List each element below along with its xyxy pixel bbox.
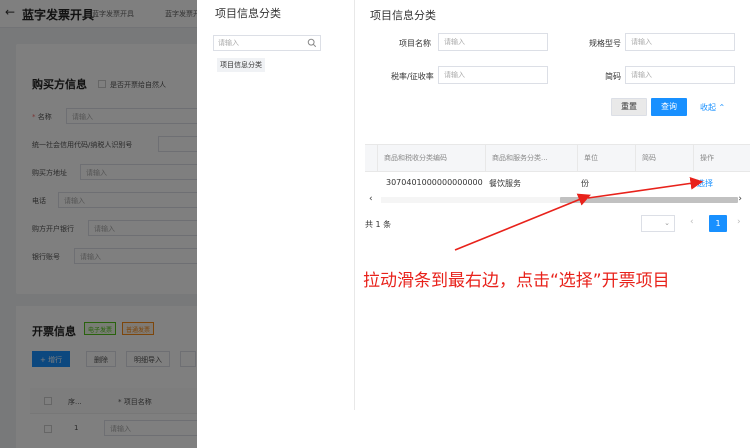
scroll-left-icon[interactable]: ‹ (369, 194, 373, 204)
query-button[interactable]: 查询 (651, 98, 687, 116)
cell-service-category: 餐饮服务 (489, 179, 521, 188)
filter-short-code-input[interactable] (625, 66, 735, 84)
filter-spec-input[interactable] (625, 33, 735, 51)
item-table-header: 商品和税收分类编码 商品和服务分类... 单位 简码 操作 (365, 144, 750, 172)
col-short-code: 简码 (635, 145, 693, 171)
collapse-link[interactable]: 收起 ⌃ (700, 102, 725, 113)
chevron-down-icon: ⌄ (664, 219, 670, 227)
table-horizontal-scrollbar[interactable]: ‹ › (365, 194, 750, 205)
current-page[interactable]: 1 (709, 215, 727, 232)
item-category-drawer: 项目信息分类 项目信息分类 项目信息分类 项目名称 规格型号 税率/征收率 简码… (197, 0, 750, 448)
page-size-select[interactable]: ⌄ (641, 215, 675, 232)
tree-panel-title: 项目信息分类 (215, 7, 281, 20)
filter-item-name-input[interactable] (438, 33, 548, 51)
search-icon[interactable] (307, 38, 317, 48)
cell-unit: 份 (581, 179, 589, 188)
col-unit: 单位 (577, 145, 635, 171)
col-tax-code: 商品和税收分类编码 (377, 145, 485, 171)
col-action: 操作 (693, 145, 750, 171)
scrollbar-thumb[interactable] (560, 197, 738, 203)
table-row: 3070401000000000000 餐饮服务 份 选择 (365, 172, 750, 196)
category-tree-panel: 项目信息分类 项目信息分类 (197, 0, 355, 410)
next-page-icon[interactable]: › (737, 217, 741, 227)
tree-search-input[interactable] (214, 36, 302, 50)
tree-search-box (213, 35, 321, 51)
prev-page-icon[interactable]: ‹ (690, 217, 694, 227)
col-service-category: 商品和服务分类... (485, 145, 577, 171)
list-panel-title: 项目信息分类 (370, 9, 436, 22)
cell-tax-code: 3070401000000000000 (386, 178, 483, 187)
total-count: 共 1 条 (365, 220, 392, 229)
scroll-right-icon[interactable]: › (738, 194, 742, 204)
filter-spec-label: 规格型号 (589, 39, 621, 48)
filter-tax-rate-label: 税率/征收率 (391, 72, 434, 81)
tree-node-item-category[interactable]: 项目信息分类 (217, 58, 265, 72)
reset-button[interactable]: 重置 (611, 98, 647, 116)
filter-item-name-label: 项目名称 (399, 39, 431, 48)
select-link[interactable]: 选择 (697, 178, 713, 189)
chevron-up-icon: ⌃ (718, 103, 726, 112)
filter-tax-rate-input[interactable] (438, 66, 548, 84)
filter-short-code-label: 简码 (605, 72, 621, 81)
instruction-annotation: 拉动滑条到最右边，点击“选择”开票项目 (363, 271, 670, 291)
